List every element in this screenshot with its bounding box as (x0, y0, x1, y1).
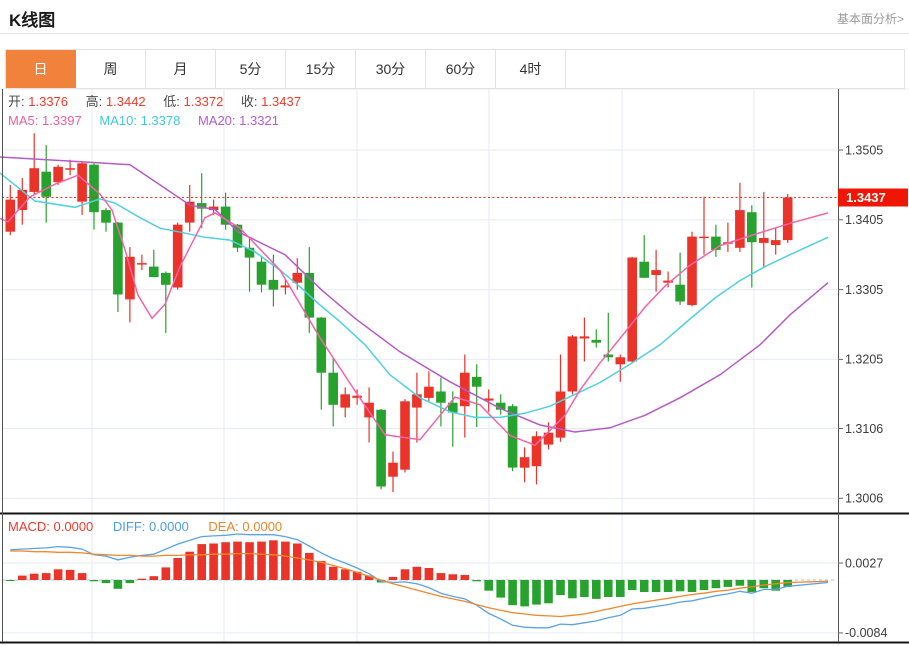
tab-30分[interactable]: 30分 (356, 50, 426, 88)
interval-tab-bar: 日周月5分15分30分60分4时 (5, 49, 905, 89)
svg-text:-0.0084: -0.0084 (845, 626, 887, 640)
svg-text:1.3106: 1.3106 (845, 422, 883, 436)
svg-text:0.0027: 0.0027 (845, 556, 883, 570)
tab-bar-filler (566, 50, 904, 88)
tab-60分[interactable]: 60分 (426, 50, 496, 88)
svg-text:1.3405: 1.3405 (845, 213, 883, 227)
tab-5分[interactable]: 5分 (216, 50, 286, 88)
kline-chart-canvas[interactable]: 1.3505 1.3405 1.3305 1.3205 1.3106 1.3006 0.00… (0, 0, 909, 646)
tab-月[interactable]: 月 (146, 50, 216, 88)
svg-text:1.3205: 1.3205 (845, 353, 883, 367)
candle-series (6, 133, 793, 492)
current-price-tag: 1.3437 (838, 189, 908, 207)
macd-histogram (6, 540, 792, 606)
page-header: K线图 基本面分析> (0, 0, 909, 34)
svg-text:1.3437: 1.3437 (846, 190, 886, 205)
tab-日[interactable]: 日 (6, 50, 76, 88)
tab-周[interactable]: 周 (76, 50, 146, 88)
page-title: K线图 (9, 6, 55, 31)
tab-4时[interactable]: 4时 (496, 50, 566, 88)
tab-15分[interactable]: 15分 (286, 50, 356, 88)
svg-text:1.3006: 1.3006 (845, 492, 883, 506)
svg-text:1.3305: 1.3305 (845, 283, 883, 297)
kline-page: { "header": { "title": "K线图", "link": "基… (0, 0, 909, 646)
y-axis-labels: 1.3505 1.3405 1.3305 1.3205 1.3106 1.3006 0.00… (838, 143, 887, 640)
fundamental-analysis-link[interactable]: 基本面分析> (837, 10, 904, 27)
svg-text:1.3505: 1.3505 (845, 143, 883, 157)
